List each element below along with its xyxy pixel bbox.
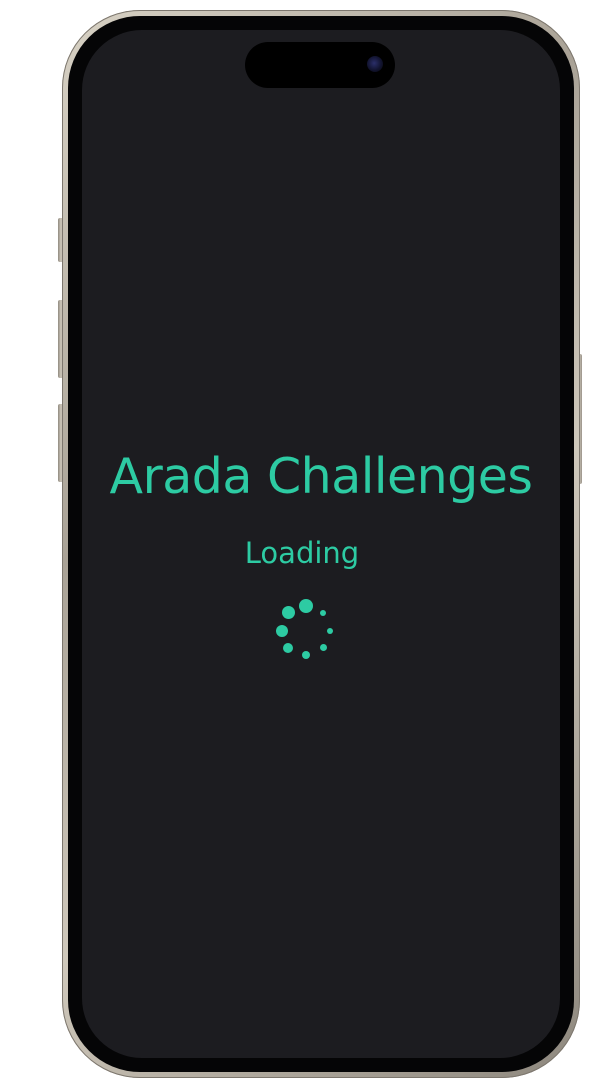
loading-label: Loading xyxy=(244,536,360,570)
front-camera-icon xyxy=(367,56,383,72)
app-title: Arada Challenges xyxy=(109,448,533,505)
spinner-dot xyxy=(276,625,288,637)
spinner-dot xyxy=(282,606,295,619)
spinner-dot xyxy=(320,610,326,616)
device-stage: Arada Challenges Loading xyxy=(0,0,600,1085)
spinner-dot xyxy=(283,643,293,653)
spinner-dot xyxy=(320,644,327,651)
spinner-dot xyxy=(302,651,310,659)
spinner-dot xyxy=(299,599,313,613)
loading-spinner-icon xyxy=(270,596,340,666)
spinner-dot xyxy=(327,628,333,634)
